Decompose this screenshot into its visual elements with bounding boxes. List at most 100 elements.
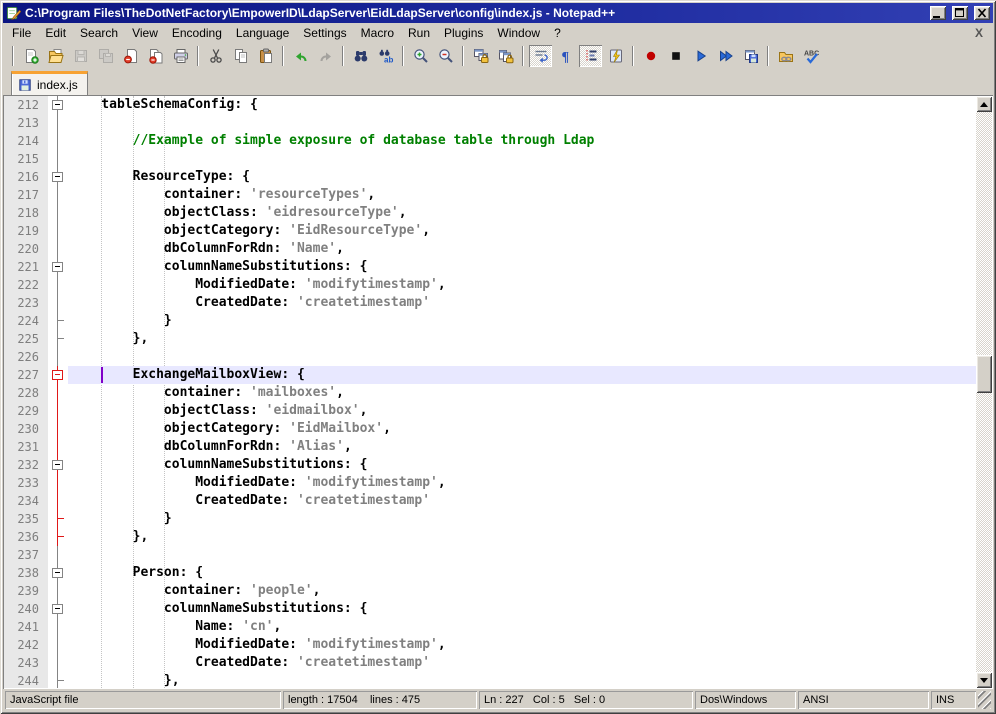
fold-margin-cell[interactable] bbox=[48, 150, 68, 168]
code-line[interactable]: }, bbox=[68, 528, 976, 546]
fold-margin-cell[interactable] bbox=[48, 510, 68, 528]
menu-help[interactable]: ? bbox=[547, 24, 568, 42]
zoom-out-button[interactable] bbox=[434, 45, 457, 67]
replace-button[interactable]: ab bbox=[374, 45, 397, 67]
menu-search[interactable]: Search bbox=[73, 24, 125, 42]
editor-line-218[interactable]: 218 objectClass: 'eidresourceType', bbox=[4, 204, 976, 222]
fold-margin-cell[interactable] bbox=[48, 654, 68, 672]
fold-margin-cell[interactable] bbox=[48, 636, 68, 654]
code-line[interactable]: objectClass: 'eidmailbox', bbox=[68, 402, 976, 420]
print-button[interactable] bbox=[169, 45, 192, 67]
paste-button[interactable] bbox=[254, 45, 277, 67]
fold-margin-cell[interactable] bbox=[48, 366, 68, 384]
menu-edit[interactable]: Edit bbox=[38, 24, 73, 42]
code-line[interactable] bbox=[68, 114, 976, 132]
zoom-in-button[interactable] bbox=[409, 45, 432, 67]
fold-margin-cell[interactable] bbox=[48, 222, 68, 240]
editor-line-225[interactable]: 225 }, bbox=[4, 330, 976, 348]
code-line[interactable]: container: 'people', bbox=[68, 582, 976, 600]
menu-file[interactable]: File bbox=[5, 24, 38, 42]
fold-margin-cell[interactable] bbox=[48, 132, 68, 150]
undo-button[interactable] bbox=[289, 45, 312, 67]
fold-collapse-icon[interactable] bbox=[52, 100, 63, 110]
code-line[interactable]: Person: { bbox=[68, 564, 976, 582]
minimize-button[interactable] bbox=[930, 6, 946, 20]
open-file-button[interactable] bbox=[44, 45, 67, 67]
editor-line-228[interactable]: 228 container: 'mailboxes', bbox=[4, 384, 976, 402]
resize-grip[interactable] bbox=[978, 691, 991, 709]
code-line[interactable]: }, bbox=[68, 672, 976, 688]
fold-margin-cell[interactable] bbox=[48, 438, 68, 456]
menu-encoding[interactable]: Encoding bbox=[165, 24, 229, 42]
editor-line-214[interactable]: 214 //Example of simple exposure of data… bbox=[4, 132, 976, 150]
fold-collapse-icon[interactable] bbox=[52, 604, 63, 614]
fold-margin-cell[interactable] bbox=[48, 456, 68, 474]
fold-margin-cell[interactable] bbox=[48, 420, 68, 438]
macro-play-button[interactable] bbox=[689, 45, 712, 67]
editor-line-227[interactable]: 227 ExchangeMailboxView: { bbox=[4, 366, 976, 384]
fold-margin-cell[interactable] bbox=[48, 330, 68, 348]
code-line[interactable]: CreatedDate: 'createtimestamp' bbox=[68, 294, 976, 312]
editor-line-212[interactable]: 212 tableSchemaConfig: { bbox=[4, 96, 976, 114]
code-line[interactable]: objectCategory: 'EidResourceType', bbox=[68, 222, 976, 240]
editor-line-242[interactable]: 242 ModifiedDate: 'modifytimestamp', bbox=[4, 636, 976, 654]
indent-guide-button[interactable] bbox=[579, 45, 602, 67]
code-line[interactable] bbox=[68, 546, 976, 564]
code-line[interactable] bbox=[68, 150, 976, 168]
scrollbar-thumb[interactable] bbox=[976, 355, 992, 393]
fold-margin-cell[interactable] bbox=[48, 240, 68, 258]
fold-margin-cell[interactable] bbox=[48, 312, 68, 330]
editor-line-244[interactable]: 244 }, bbox=[4, 672, 976, 688]
editor-line-220[interactable]: 220 dbColumnForRdn: 'Name', bbox=[4, 240, 976, 258]
editor-line-215[interactable]: 215 bbox=[4, 150, 976, 168]
code-line[interactable]: //Example of simple exposure of database… bbox=[68, 132, 976, 150]
editor-line-216[interactable]: 216 ResourceType: { bbox=[4, 168, 976, 186]
code-line[interactable]: columnNameSubstitutions: { bbox=[68, 456, 976, 474]
code-line[interactable]: CreatedDate: 'createtimestamp' bbox=[68, 654, 976, 672]
plugin-explorer-button[interactable] bbox=[774, 45, 797, 67]
editor-line-237[interactable]: 237 bbox=[4, 546, 976, 564]
editor-line-213[interactable]: 213 bbox=[4, 114, 976, 132]
scrollbar-track[interactable] bbox=[976, 112, 992, 672]
menu-run[interactable]: Run bbox=[401, 24, 437, 42]
code-line[interactable]: ResourceType: { bbox=[68, 168, 976, 186]
fold-margin-cell[interactable] bbox=[48, 492, 68, 510]
editor-line-239[interactable]: 239 container: 'people', bbox=[4, 582, 976, 600]
editor-line-217[interactable]: 217 container: 'resourceTypes', bbox=[4, 186, 976, 204]
fold-margin-cell[interactable] bbox=[48, 618, 68, 636]
code-line[interactable]: }, bbox=[68, 330, 976, 348]
fold-margin-cell[interactable] bbox=[48, 114, 68, 132]
maximize-button[interactable] bbox=[952, 6, 968, 20]
code-line[interactable]: } bbox=[68, 312, 976, 330]
editor-line-221[interactable]: 221 columnNameSubstitutions: { bbox=[4, 258, 976, 276]
fold-collapse-icon[interactable] bbox=[52, 262, 63, 272]
menu-view[interactable]: View bbox=[125, 24, 165, 42]
fold-margin-cell[interactable] bbox=[48, 474, 68, 492]
scroll-up-button[interactable] bbox=[976, 96, 992, 112]
fold-margin-cell[interactable] bbox=[48, 528, 68, 546]
code-line[interactable]: ModifiedDate: 'modifytimestamp', bbox=[68, 276, 976, 294]
fold-margin-cell[interactable] bbox=[48, 204, 68, 222]
editor-line-235[interactable]: 235 } bbox=[4, 510, 976, 528]
editor-line-238[interactable]: 238 Person: { bbox=[4, 564, 976, 582]
editor-line-222[interactable]: 222 ModifiedDate: 'modifytimestamp', bbox=[4, 276, 976, 294]
fold-margin-cell[interactable] bbox=[48, 546, 68, 564]
editor-line-243[interactable]: 243 CreatedDate: 'createtimestamp' bbox=[4, 654, 976, 672]
spell-check-button[interactable]: ABC bbox=[799, 45, 822, 67]
editor-line-219[interactable]: 219 objectCategory: 'EidResourceType', bbox=[4, 222, 976, 240]
macro-run-multiple-button[interactable] bbox=[714, 45, 737, 67]
close-all-button[interactable] bbox=[144, 45, 167, 67]
code-line[interactable]: dbColumnForRdn: 'Alias', bbox=[68, 438, 976, 456]
fold-margin-cell[interactable] bbox=[48, 402, 68, 420]
code-line[interactable]: columnNameSubstitutions: { bbox=[68, 600, 976, 618]
editor-line-229[interactable]: 229 objectClass: 'eidmailbox', bbox=[4, 402, 976, 420]
macro-stop-button[interactable] bbox=[664, 45, 687, 67]
fold-margin-cell[interactable] bbox=[48, 600, 68, 618]
fold-collapse-icon[interactable] bbox=[52, 370, 63, 380]
menu-window[interactable]: Window bbox=[490, 24, 547, 42]
code-line[interactable]: tableSchemaConfig: { bbox=[68, 96, 976, 114]
fold-margin-cell[interactable] bbox=[48, 96, 68, 114]
menu-plugins[interactable]: Plugins bbox=[437, 24, 490, 42]
code-line[interactable]: CreatedDate: 'createtimestamp' bbox=[68, 492, 976, 510]
code-line[interactable]: ExchangeMailboxView: { bbox=[68, 366, 976, 384]
